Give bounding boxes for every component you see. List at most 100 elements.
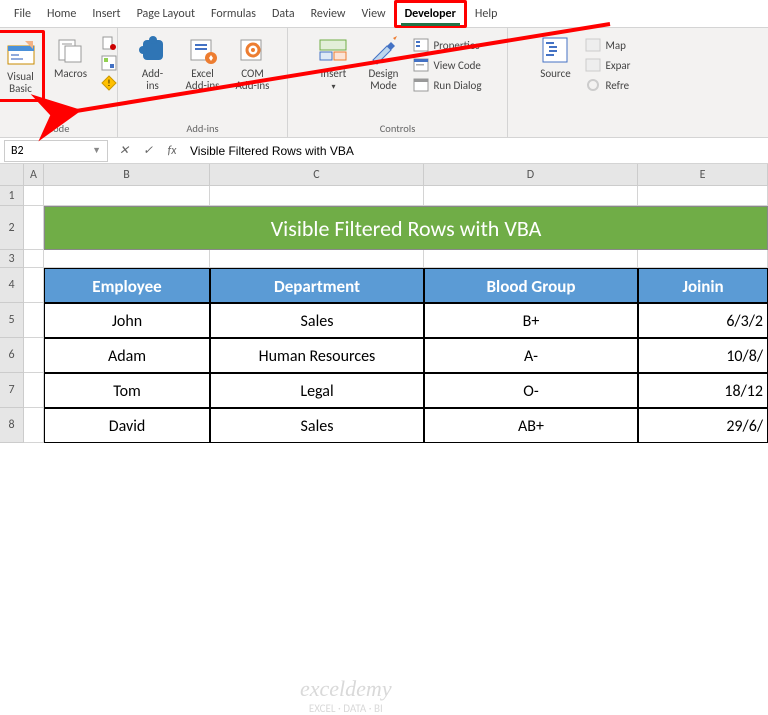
- th-joining[interactable]: Joinin: [638, 268, 768, 303]
- properties-button[interactable]: Properties: [409, 36, 485, 54]
- addins-group-label: Add-ins: [122, 120, 283, 137]
- excel-addins-label: Excel Add-ins: [186, 68, 220, 92]
- tab-review[interactable]: Review: [303, 3, 354, 25]
- code-group-label: Code: [4, 120, 113, 137]
- ribbon-group-controls: Insert▾ Design Mode Properties View Code…: [288, 28, 508, 137]
- run-dialog-button[interactable]: Run Dialog: [409, 76, 485, 94]
- watermark: exceldemy EXCEL · DATA · BI: [300, 676, 392, 715]
- expansion-button[interactable]: Expar: [581, 56, 634, 74]
- th-employee[interactable]: Employee: [44, 268, 210, 303]
- design-mode-icon: [367, 34, 399, 66]
- visual-basic-icon: [5, 37, 37, 69]
- column-headers: A B C D E: [0, 164, 768, 186]
- table-row[interactable]: 18/12: [638, 373, 768, 408]
- row-header-1[interactable]: 1: [0, 186, 24, 206]
- col-header-A[interactable]: A: [24, 164, 44, 185]
- record-macro-button[interactable]: [97, 34, 121, 52]
- tab-file[interactable]: File: [6, 3, 39, 25]
- addins-icon: [137, 34, 169, 66]
- select-all-corner[interactable]: [0, 164, 24, 185]
- tab-home[interactable]: Home: [39, 3, 84, 25]
- table-row[interactable]: B+: [424, 303, 638, 338]
- refresh-button[interactable]: Refre: [581, 76, 634, 94]
- row-header-7[interactable]: 7: [0, 373, 24, 408]
- row-header-3[interactable]: 3: [0, 250, 24, 268]
- tab-developer[interactable]: Developer: [394, 0, 467, 28]
- tab-help[interactable]: Help: [467, 3, 506, 25]
- insert-control-icon: [317, 34, 349, 66]
- com-addins-icon: [237, 34, 269, 66]
- formula-bar-row: B2 ▼ ✕ ✓ fx: [0, 138, 768, 164]
- fx-icon[interactable]: fx: [160, 144, 184, 158]
- table-row[interactable]: Sales: [210, 408, 424, 443]
- formula-input[interactable]: [184, 140, 768, 162]
- name-box[interactable]: B2 ▼: [4, 140, 108, 162]
- ribbon: Visual Basic Macros ! Code Add- ins: [0, 28, 768, 138]
- visual-basic-button[interactable]: Visual Basic: [0, 30, 45, 102]
- table-row[interactable]: John: [44, 303, 210, 338]
- col-header-D[interactable]: D: [424, 164, 638, 185]
- tab-data[interactable]: Data: [264, 3, 303, 25]
- table-row[interactable]: David: [44, 408, 210, 443]
- row-header-8[interactable]: 8: [0, 408, 24, 443]
- row-header-6[interactable]: 6: [0, 338, 24, 373]
- svg-text:!: !: [107, 78, 110, 89]
- relative-ref-button[interactable]: [97, 54, 121, 72]
- tab-page-layout[interactable]: Page Layout: [129, 3, 203, 25]
- cancel-fx-icon: ✕: [112, 143, 136, 158]
- macro-security-button[interactable]: !: [97, 74, 121, 92]
- table-row[interactable]: 6/3/2: [638, 303, 768, 338]
- row-header-5[interactable]: 5: [0, 303, 24, 338]
- source-button[interactable]: Source: [531, 30, 579, 84]
- excel-addins-icon: [187, 34, 219, 66]
- source-label: Source: [540, 68, 570, 80]
- enter-fx-icon: ✓: [136, 143, 160, 158]
- table-row[interactable]: 10/8/: [638, 338, 768, 373]
- row-header-4[interactable]: 4: [0, 268, 24, 303]
- name-box-dropdown-icon[interactable]: ▼: [92, 145, 101, 156]
- worksheet: 1 2 Visible Filtered Rows with VBA 3 4 E…: [0, 186, 768, 443]
- name-box-value: B2: [11, 144, 24, 158]
- source-icon: [539, 34, 571, 66]
- view-code-button[interactable]: View Code: [409, 56, 485, 74]
- design-mode-label: Design Mode: [368, 68, 398, 92]
- macros-icon: [55, 34, 87, 66]
- table-row[interactable]: O-: [424, 373, 638, 408]
- controls-group-label: Controls: [292, 120, 503, 137]
- ribbon-group-addins: Add- ins Excel Add-ins COM Add-ins Add-i…: [118, 28, 288, 137]
- title-banner[interactable]: Visible Filtered Rows with VBA: [44, 206, 768, 250]
- th-blood-group[interactable]: Blood Group: [424, 268, 638, 303]
- table-row[interactable]: Tom: [44, 373, 210, 408]
- tab-insert[interactable]: Insert: [84, 3, 128, 25]
- map-button[interactable]: Map: [581, 36, 634, 54]
- table-row[interactable]: AB+: [424, 408, 638, 443]
- ribbon-group-xml: Source Map Expar Refre: [508, 28, 658, 137]
- table-row[interactable]: Legal: [210, 373, 424, 408]
- table-row[interactable]: Sales: [210, 303, 424, 338]
- ribbon-tabs: File Home Insert Page Layout Formulas Da…: [0, 0, 768, 28]
- table-row[interactable]: A-: [424, 338, 638, 373]
- addins-label: Add- ins: [142, 68, 163, 92]
- design-mode-button[interactable]: Design Mode: [359, 30, 407, 96]
- macros-label: Macros: [54, 68, 87, 80]
- insert-control-button[interactable]: Insert▾: [309, 30, 357, 96]
- com-addins-button[interactable]: COM Add-ins: [229, 30, 277, 96]
- addins-button[interactable]: Add- ins: [129, 30, 177, 96]
- ribbon-group-code: Visual Basic Macros ! Code: [0, 28, 118, 137]
- insert-control-label: Insert▾: [321, 68, 347, 92]
- com-addins-label: COM Add-ins: [236, 68, 270, 92]
- table-row[interactable]: 29/6/: [638, 408, 768, 443]
- col-header-E[interactable]: E: [638, 164, 768, 185]
- tab-view[interactable]: View: [354, 3, 394, 25]
- table-row[interactable]: Adam: [44, 338, 210, 373]
- macros-button[interactable]: Macros: [47, 30, 95, 84]
- code-extras: !: [97, 30, 121, 92]
- excel-addins-button[interactable]: Excel Add-ins: [179, 30, 227, 96]
- table-row[interactable]: Human Resources: [210, 338, 424, 373]
- col-header-B[interactable]: B: [44, 164, 210, 185]
- th-department[interactable]: Department: [210, 268, 424, 303]
- col-header-C[interactable]: C: [210, 164, 424, 185]
- row-header-2[interactable]: 2: [0, 206, 24, 250]
- tab-formulas[interactable]: Formulas: [203, 3, 264, 25]
- visual-basic-label: Visual Basic: [7, 71, 34, 95]
